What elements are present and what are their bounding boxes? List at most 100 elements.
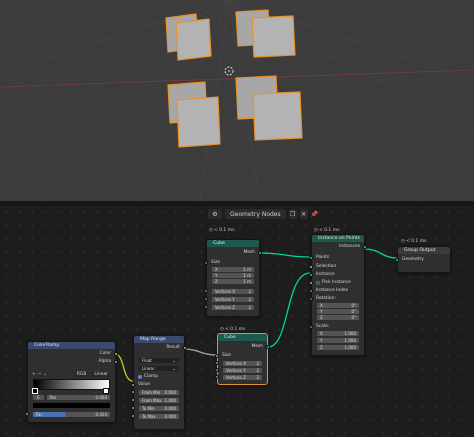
to-min-socket[interactable] [131,406,135,410]
node-title: Cube [218,334,267,341]
vertices-x-socket[interactable] [215,361,219,365]
value-input-socket[interactable] [131,383,135,387]
size-input-socket[interactable] [215,354,219,358]
data-type-select[interactable]: Float ⌄ [139,358,179,363]
map-range-node[interactable]: Map Range Result Float ⌄ Linear ⌄ ✓ Clamp V… [131,335,187,430]
alpha-output-socket[interactable] [114,360,118,364]
clamp-row[interactable]: ✓ Clamp [138,374,180,379]
node-title: Cube [207,240,259,247]
vertices-z-field[interactable]: Vertices Z2 [212,305,254,310]
stop-index-field[interactable]: 0 [33,395,44,400]
vertices-x-socket[interactable] [204,289,208,293]
rotation-socket[interactable] [309,297,313,301]
points-input-socket[interactable] [309,256,313,260]
color-output-socket[interactable] [114,352,118,356]
colorramp-toolbar: + − ⌄ RGB Linear [32,371,111,377]
geometry-input-socket[interactable] [395,258,399,262]
selection-input-socket[interactable] [309,265,313,269]
interpolation-select[interactable]: Linear [91,371,111,377]
colorramp-node[interactable]: ColorRamp Color Alpha + − ⌄ RGB Linear 0… [25,341,118,423]
vertices-x-field[interactable]: Vertices X2 [223,361,262,366]
copy-icon[interactable]: ❐ [288,209,297,219]
3d-viewport[interactable] [0,0,474,201]
size-z-field[interactable]: Z1 m [212,279,254,284]
node-tree-name[interactable]: Geometry Nodes [225,209,286,219]
rotation-label: Rotation: [316,296,336,301]
node-title: ColorRamp [28,342,115,349]
instances-output-socket[interactable] [363,245,367,249]
node-timer: ◷ < 0.1 ms [209,228,235,233]
scale-z-field[interactable]: Z 1.000 [317,345,359,350]
checkbox[interactable] [316,280,320,285]
close-icon[interactable]: ✕ [299,209,308,219]
color-mode-select[interactable]: RGB [73,371,90,377]
cube-node-selected[interactable]: Cube Mesh Size Vertices X2 Vertices Y2 V… [215,333,270,385]
vertices-y-field[interactable]: Vertices Y2 [223,368,262,373]
ramp-menu-button[interactable]: ⌄ [43,372,47,377]
cube-object[interactable] [167,81,221,148]
remove-stop-button[interactable]: − [38,372,42,377]
checkbox-checked[interactable]: ✓ [138,374,142,379]
group-output-node[interactable]: Group Output Geometry [395,246,451,273]
mesh-output-label: Mesh [251,344,263,349]
3d-cursor-icon[interactable] [224,66,234,76]
result-output-socket[interactable] [183,346,187,350]
vertices-y-socket[interactable] [215,368,219,372]
instance-index-socket[interactable] [309,289,313,293]
scale-y-field[interactable]: Y 1.000 [317,338,359,343]
clock-icon: ◷ [401,239,405,244]
vertices-z-field[interactable]: Vertices Z2 [223,375,262,380]
vertices-z-socket[interactable] [204,305,208,309]
vertices-y-socket[interactable] [204,297,208,301]
node-timer: ◷ < 0.1 ms [401,239,427,244]
from-max-socket[interactable] [131,398,135,402]
mesh-output-label: Mesh [243,250,255,255]
interpolation-type-select[interactable]: Linear ⌄ [139,366,179,371]
pin-icon[interactable]: 📌 [311,209,319,219]
size-y-field[interactable]: Y1 m [212,273,254,278]
mesh-output-socket[interactable] [266,345,270,349]
color-ramp-gradient[interactable] [33,379,110,390]
color-stop-handle[interactable] [103,388,109,394]
add-stop-button[interactable]: + [32,372,36,377]
node-editor[interactable]: ⚙ Geometry Nodes ❐ ✕ 📌 ◷ < 0.1 ms Cube Me… [0,206,474,437]
to-max-field[interactable]: To Max 0.000 [139,414,179,419]
cube-object[interactable] [165,13,212,61]
size-input-socket[interactable] [204,261,208,265]
chevron-down-icon: ⌄ [172,366,176,371]
from-max-field[interactable]: From Max 1.000 [139,398,179,403]
scale-x-field[interactable]: X 1.000 [317,331,359,336]
stop-pos-field[interactable]: Pos 0.000 [46,395,110,400]
cube-object[interactable] [235,9,296,58]
instance-input-socket[interactable] [309,273,313,277]
from-min-socket[interactable] [131,390,135,394]
mesh-output-socket[interactable] [258,251,262,255]
stop-position-row: 0 Pos 0.000 [33,395,110,400]
fac-slider[interactable]: Fac 0.424 [33,412,110,417]
geometry-label: Geometry [402,257,424,262]
clock-icon: ◷ [220,327,224,332]
fac-input-socket[interactable] [25,412,29,416]
cube-object[interactable] [235,75,303,141]
vertices-z-socket[interactable] [215,375,219,379]
node-title: Instance on Points [312,235,364,242]
pick-instance-socket[interactable] [309,281,313,285]
to-min-field[interactable]: To Min 0.000 [139,406,179,411]
size-x-field[interactable]: X1 m [212,267,254,272]
rotation-y-field[interactable]: Y 0° [317,309,359,314]
rotation-x-field[interactable]: X 0° [317,303,359,308]
rotation-z-field[interactable]: Z 0° [317,315,359,320]
color-output-label: Color [99,351,111,356]
cube-node[interactable]: Cube Mesh Size X1 m Y1 m Z1 m Vertices X… [204,239,262,317]
to-max-socket[interactable] [131,414,135,418]
node-title: Group Output [398,247,450,254]
scale-socket[interactable] [309,325,313,329]
from-min-field[interactable]: From Min 0.000 [139,390,179,395]
stop-color-swatch[interactable] [33,403,110,408]
color-stop-handle[interactable] [32,388,38,394]
vertices-x-field[interactable]: Vertices X2 [212,289,254,294]
vertices-y-field[interactable]: Vertices Y2 [212,297,254,302]
pick-instance-row[interactable]: Pick Instance [316,280,360,285]
instance-on-points-node[interactable]: Instance on Points Instances Points Sele… [309,234,367,356]
geometry-nodes-editor-icon[interactable]: ⚙ [208,209,222,219]
